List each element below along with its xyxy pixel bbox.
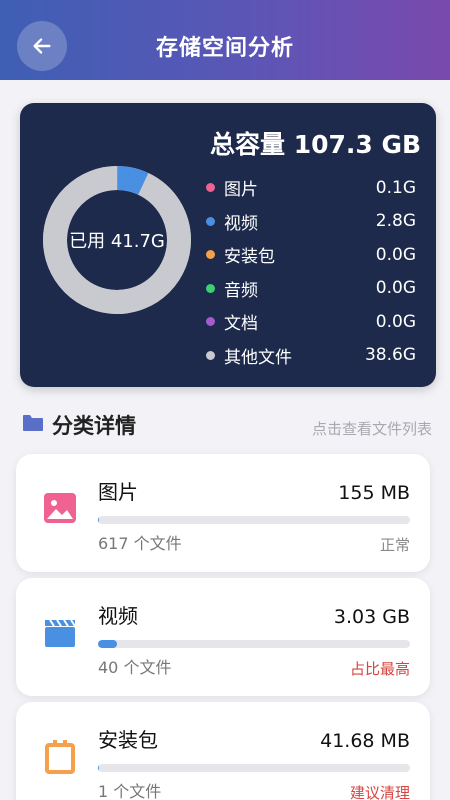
category-size: 41.68 MB xyxy=(320,730,410,752)
legend-item-documents: 文档 0.0G xyxy=(206,305,416,339)
category-size: 155 MB xyxy=(338,482,410,504)
legend-name: 其他文件 xyxy=(224,347,292,368)
legend-value: 38.6G xyxy=(364,345,416,366)
legend-item-other: 其他文件 38.6G xyxy=(206,339,416,373)
page-title: 存储空间分析 xyxy=(155,36,294,61)
folder-icon xyxy=(23,415,43,431)
category-card-videos[interactable]: 视频 3.03 GB 40 个文件 占比最高 xyxy=(16,578,430,696)
category-status: 正常 xyxy=(379,536,410,554)
legend-dot-packages xyxy=(206,250,215,260)
legend-dot-images xyxy=(206,183,215,193)
total-capacity: 总容量 107.3 GB xyxy=(210,130,422,159)
package-icon xyxy=(45,740,75,774)
legend-name: 安装包 xyxy=(224,247,275,268)
category-card-images[interactable]: 图片 155 MB 617 个文件 正常 xyxy=(16,454,430,572)
legend-value: 0.0G xyxy=(375,244,416,265)
category-file-count: 1 个文件 xyxy=(98,782,162,800)
section-title: 分类详情 xyxy=(52,414,136,438)
legend-name: 视频 xyxy=(224,213,258,234)
category-usage-fill xyxy=(98,640,117,648)
category-usage-bar xyxy=(98,640,410,648)
category-usage-fill xyxy=(98,516,100,524)
legend-item-audio: 音频 0.0G xyxy=(206,272,416,306)
category-status: 占比最高 xyxy=(349,660,410,678)
category-size: 3.03 GB xyxy=(333,606,410,628)
image-icon xyxy=(44,493,76,523)
legend-value: 2.8G xyxy=(375,211,416,232)
legend-value: 0.0G xyxy=(375,311,416,332)
legend-dot-audio xyxy=(206,283,215,293)
category-status: 建议清理 xyxy=(349,784,410,800)
category-name: 视频 xyxy=(98,604,138,628)
category-file-count: 617 个文件 xyxy=(98,534,182,553)
legend-value: 0.0G xyxy=(375,278,416,299)
category-name: 图片 xyxy=(98,480,138,504)
app-header: 存储空间分析 xyxy=(0,0,450,80)
storage-legend: 图片 0.1G 视频 2.8G 安装包 0.0G 音频 0.0G 文档 0.0G… xyxy=(206,171,416,372)
category-usage-bar xyxy=(98,516,410,524)
video-clapper-icon xyxy=(45,619,76,647)
legend-name: 图片 xyxy=(224,180,258,201)
legend-dot-other xyxy=(206,350,215,360)
legend-name: 音频 xyxy=(224,280,258,301)
legend-item-videos: 视频 2.8G xyxy=(206,205,416,239)
legend-dot-documents xyxy=(206,317,215,327)
storage-summary-card: 已用 41.7G 总容量 107.3 GB 图片 0.1G 视频 2.8G 安装… xyxy=(20,103,436,387)
category-usage-bar xyxy=(98,764,410,772)
category-name: 安装包 xyxy=(98,728,158,752)
legend-value: 0.1G xyxy=(375,177,416,198)
category-section-header: 分类详情 点击查看文件列表 xyxy=(20,408,432,438)
legend-item-images: 图片 0.1G xyxy=(206,171,416,205)
legend-name: 文档 xyxy=(224,314,258,335)
used-storage-label: 已用 41.7G xyxy=(69,231,165,252)
view-file-list-hint[interactable]: 点击查看文件列表 xyxy=(312,418,432,439)
category-file-count: 40 个文件 xyxy=(98,658,172,677)
legend-dot-videos xyxy=(206,216,215,226)
legend-item-packages: 安装包 0.0G xyxy=(206,238,416,272)
category-card-packages[interactable]: 安装包 41.68 MB 1 个文件 建议清理 xyxy=(16,702,430,800)
